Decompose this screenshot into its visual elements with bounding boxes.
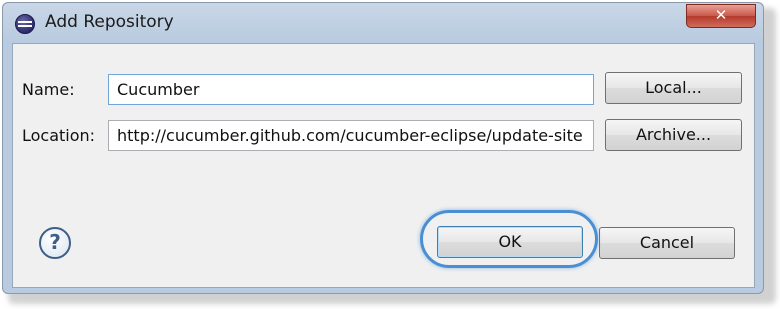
dialog-body: Name: Cucumber Local... Location: http:/… <box>12 43 755 288</box>
local-button[interactable]: Local... <box>605 72 742 104</box>
location-field[interactable]: http://cucumber.github.com/cucumber-ecli… <box>108 120 594 151</box>
archive-button[interactable]: Archive... <box>605 119 742 151</box>
name-label: Name: <box>22 80 75 99</box>
location-label: Location: <box>22 126 96 145</box>
dialog-title: Add Repository <box>45 12 174 32</box>
close-button[interactable]: ✕ <box>686 4 756 28</box>
close-icon: ✕ <box>714 6 728 24</box>
ok-button-highlight <box>420 210 598 268</box>
cancel-button[interactable]: Cancel <box>599 227 735 259</box>
eclipse-icon <box>15 14 35 34</box>
help-icon[interactable]: ? <box>39 227 71 259</box>
name-field[interactable]: Cucumber <box>108 74 594 105</box>
add-repository-dialog: Add Repository ✕ Name: Cucumber Local...… <box>2 2 764 294</box>
title-bar[interactable]: Add Repository ✕ <box>3 3 763 43</box>
